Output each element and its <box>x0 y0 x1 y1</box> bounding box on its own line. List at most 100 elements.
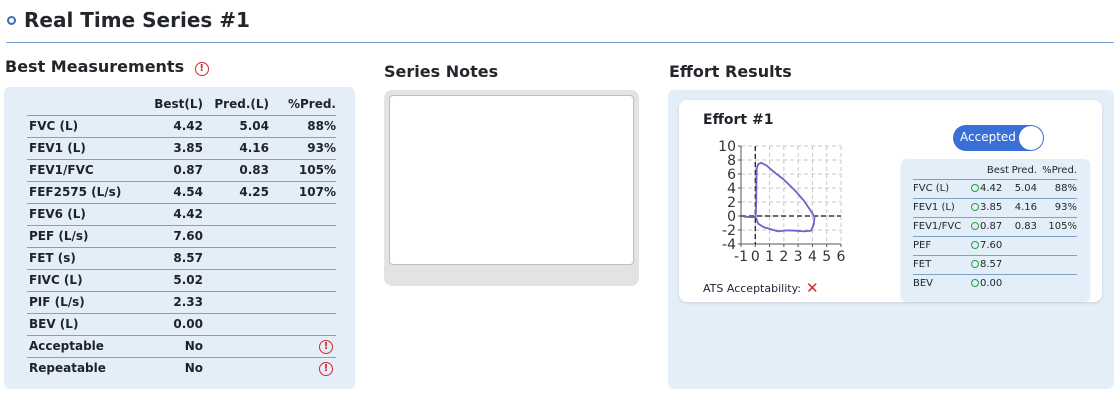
table-header-row: Best Pred. %Pred. <box>913 163 1077 180</box>
row-best: 3.85 <box>980 202 1003 213</box>
row-best: 4.42 <box>980 183 1003 194</box>
row-best: 8.57 <box>147 247 203 270</box>
repeatable-label: Repeatable <box>29 361 106 376</box>
table-row: FVC (L) 4.42 5.04 88% <box>913 179 1077 199</box>
row-pct <box>269 291 336 314</box>
row-best: 3.85 <box>147 137 203 160</box>
table-row: FET (s) 8.57 <box>27 247 336 270</box>
row-pct <box>1037 236 1077 256</box>
row-label: BEV (L) <box>27 313 147 336</box>
row-pred <box>203 313 269 336</box>
row-pred: 0.83 <box>1009 217 1037 237</box>
row-pct <box>1037 274 1077 293</box>
table-row: FEV1/FVC 0.87 0.83 105% <box>913 217 1077 237</box>
x-tick-label: 2 <box>779 249 788 265</box>
close-x-icon: ✕ <box>805 279 819 297</box>
row-label: FEV1/FVC <box>27 159 147 182</box>
column-header-pred: Pred. <box>1009 163 1037 180</box>
x-tick-label: 4 <box>808 249 817 265</box>
table-row: FEF2575 (L/s) 4.54 4.25 107% <box>27 181 336 204</box>
table-row: FET 8.57 <box>913 255 1077 275</box>
row-pct <box>269 203 336 226</box>
section-ring-icon <box>7 16 16 25</box>
row-label: FEV6 (L) <box>27 203 147 226</box>
row-best: 4.42 <box>147 115 203 138</box>
row-pct: 93% <box>1037 198 1077 218</box>
row-pred: 5.04 <box>203 115 269 138</box>
series-notes-panel <box>384 90 639 286</box>
row-pct <box>1037 255 1077 275</box>
row-pct: 105% <box>1037 217 1077 237</box>
row-pct: 107% <box>269 181 336 204</box>
table-row: FEV6 (L) 4.42 <box>27 203 336 226</box>
row-label: FEF2575 (L/s) <box>27 181 147 204</box>
row-pred <box>203 269 269 292</box>
page-title: Real Time Series #1 <box>24 8 250 32</box>
row-pred <box>203 247 269 270</box>
row-pred: 5.04 <box>1009 179 1037 199</box>
row-pred <box>203 203 269 226</box>
best-measurements-table: Best(L) Pred.(L) %Pred. FVC (L) 4.42 5.04 8… <box>27 94 336 379</box>
series-notes-input[interactable] <box>389 95 634 265</box>
effort-measurements-card: Best Pred. %Pred. FVC (L) 4.42 5.04 88% FEV… <box>901 159 1090 301</box>
row-label: FIVC (L) <box>27 269 147 292</box>
row-pred <box>1009 274 1037 293</box>
alert-circle-icon[interactable]: ! <box>319 340 333 354</box>
row-pct <box>269 269 336 292</box>
page-header: Real Time Series #1 <box>6 6 1114 43</box>
best-measurements-title: Best Measurements <box>5 57 185 76</box>
check-circle-icon <box>971 222 979 230</box>
row-label: FVC (L) <box>27 115 147 138</box>
row-label: FEV1/FVC <box>913 217 969 237</box>
row-pred <box>203 225 269 248</box>
row-label: FET (s) <box>27 247 147 270</box>
table-row: BEV 0.00 <box>913 274 1077 293</box>
check-circle-icon <box>971 279 979 288</box>
x-tick-label: 0 <box>751 249 760 265</box>
table-row: FVC (L) 4.42 5.04 88% <box>27 115 336 138</box>
alert-circle-icon[interactable]: ! <box>319 362 333 377</box>
row-pred: 4.16 <box>1009 198 1037 218</box>
row-best: 0.00 <box>147 313 203 336</box>
column-header-pct-pred: %Pred. <box>269 94 336 116</box>
check-circle-icon <box>971 203 979 211</box>
alert-circle-icon[interactable]: ! <box>194 62 209 76</box>
x-tick-label: 6 <box>837 249 846 265</box>
table-row: FIVC (L) 5.02 <box>27 269 336 292</box>
accepted-toggle[interactable]: Accepted <box>953 125 1044 151</box>
row-best: 8.57 <box>980 259 1003 270</box>
row-label: PEF <box>913 236 969 256</box>
table-row: FEV1 (L) 3.85 4.16 93% <box>913 198 1077 218</box>
effort-title: Effort #1 <box>703 112 774 128</box>
row-pred: 4.25 <box>203 181 269 204</box>
x-tick-label: 5 <box>822 249 831 265</box>
effort-measurements-table: Best Pred. %Pred. FVC (L) 4.42 5.04 88% FEV… <box>913 163 1077 293</box>
row-pct: 88% <box>1037 179 1077 199</box>
toggle-knob[interactable] <box>1019 126 1043 150</box>
acceptable-label: Acceptable <box>27 335 147 358</box>
acceptable-value: No <box>147 335 203 358</box>
row-label: PEF (L/s) <box>27 225 147 248</box>
row-best: 4.54 <box>147 181 203 204</box>
check-circle-icon <box>971 184 979 192</box>
table-row: BEV (L) 0.00 <box>27 313 336 336</box>
best-measurements-panel: Best(L) Pred.(L) %Pred. FVC (L) 4.42 5.04 8… <box>4 87 355 389</box>
row-best: 5.02 <box>147 269 203 292</box>
effort-results-panel: Effort #1 10 8 6 4 2 0 -2 -4 -1 0 1 2 3 4 5 6 ATS Accep… <box>668 90 1114 389</box>
flow-volume-curve <box>743 161 816 233</box>
row-label: FET <box>913 255 969 275</box>
row-pct: 88% <box>269 115 336 138</box>
row-pred <box>1009 236 1037 256</box>
effort-results-title: Effort Results <box>669 62 792 81</box>
row-best: 7.60 <box>980 240 1003 251</box>
check-circle-icon <box>971 260 979 268</box>
table-header-row: Best(L) Pred.(L) %Pred. <box>27 94 336 116</box>
row-best: 0.87 <box>980 221 1003 232</box>
row-best: 2.33 <box>147 291 203 314</box>
x-tick-label: 1 <box>765 249 774 265</box>
row-best: 0.00 <box>980 278 1003 290</box>
row-label: FVC (L) <box>913 179 969 199</box>
row-pred <box>1009 255 1037 275</box>
acceptable-row: Acceptable No ! <box>27 335 336 358</box>
row-pct: 93% <box>269 137 336 160</box>
